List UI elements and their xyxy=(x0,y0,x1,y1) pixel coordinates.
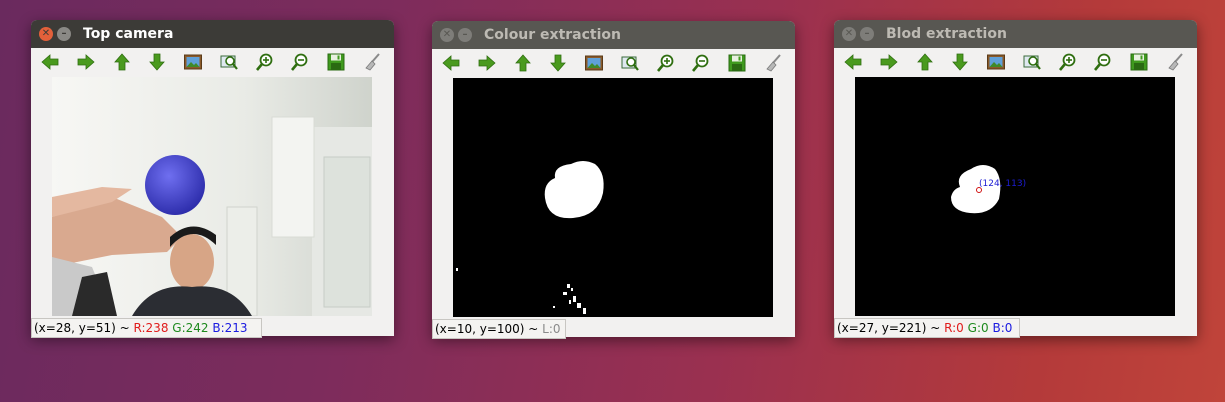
status-bar: (x=10, y=100) ~ L:0 xyxy=(432,319,566,339)
image-icon[interactable] xyxy=(182,52,204,72)
window-top-camera: ✕ – Top camera (x=28, y=51) ~ R:238 G:24… xyxy=(31,20,394,338)
zoom-out-icon[interactable] xyxy=(1092,52,1114,72)
toolbar xyxy=(432,49,795,76)
minimize-icon[interactable]: – xyxy=(860,27,874,41)
status-coords: (x=28, y=51) ~ xyxy=(34,321,134,335)
window-blob-extraction: ✕ – Blod extraction (124, 113) (x=27, y=… xyxy=(834,20,1197,338)
clear-icon[interactable] xyxy=(1164,52,1186,72)
save-icon[interactable] xyxy=(726,53,748,73)
save-icon[interactable] xyxy=(325,52,347,72)
status-blue: B:213 xyxy=(212,321,248,335)
arrow-up-icon[interactable] xyxy=(914,52,936,72)
window-title: Top camera xyxy=(83,26,174,42)
mask-image[interactable] xyxy=(453,78,773,317)
arrow-right-icon[interactable] xyxy=(878,52,900,72)
blob-image[interactable]: (124, 113) xyxy=(855,77,1175,316)
zoom-in-icon[interactable] xyxy=(655,53,677,73)
minimize-icon[interactable]: – xyxy=(458,28,472,42)
arrow-right-icon[interactable] xyxy=(75,52,97,72)
status-coords: (x=27, y=221) ~ xyxy=(837,321,945,335)
status-luminance: L:0 xyxy=(542,322,561,336)
titlebar[interactable]: ✕ – Top camera xyxy=(31,20,394,48)
arrow-left-icon[interactable] xyxy=(39,52,61,72)
arrow-up-icon[interactable] xyxy=(512,53,534,73)
titlebar[interactable]: ✕ – Colour extraction xyxy=(432,21,795,49)
window-title: Blod extraction xyxy=(886,26,1007,42)
arrow-down-icon[interactable] xyxy=(949,52,971,72)
zoom-fit-icon[interactable] xyxy=(619,53,641,73)
save-icon[interactable] xyxy=(1128,52,1150,72)
clear-icon[interactable] xyxy=(361,52,383,72)
status-red: R:0 xyxy=(944,321,964,335)
close-icon[interactable]: ✕ xyxy=(440,28,454,42)
zoom-out-icon[interactable] xyxy=(690,53,712,73)
window-colour-extraction: ✕ – Colour extraction (x=10, y=100) ~ L:… xyxy=(432,21,795,339)
camera-image[interactable] xyxy=(52,77,372,316)
arrow-up-icon[interactable] xyxy=(111,52,133,72)
status-red: R:238 xyxy=(133,321,169,335)
blob-center-label: (124, 113) xyxy=(979,179,1027,189)
zoom-fit-icon[interactable] xyxy=(218,52,240,72)
zoom-fit-icon[interactable] xyxy=(1021,52,1043,72)
close-icon[interactable]: ✕ xyxy=(39,27,53,41)
clear-icon[interactable] xyxy=(762,53,784,73)
zoom-out-icon[interactable] xyxy=(289,52,311,72)
toolbar xyxy=(834,48,1197,75)
minimize-icon[interactable]: – xyxy=(57,27,71,41)
zoom-in-icon[interactable] xyxy=(1057,52,1079,72)
status-bar: (x=27, y=221) ~ R:0 G:0 B:0 xyxy=(834,318,1020,338)
arrow-left-icon[interactable] xyxy=(842,52,864,72)
toolbar xyxy=(31,48,394,75)
status-blue: B:0 xyxy=(992,321,1013,335)
titlebar[interactable]: ✕ – Blod extraction xyxy=(834,20,1197,48)
arrow-right-icon[interactable] xyxy=(476,53,498,73)
image-icon[interactable] xyxy=(985,52,1007,72)
status-green: G:242 xyxy=(172,321,209,335)
arrow-down-icon[interactable] xyxy=(146,52,168,72)
status-bar: (x=28, y=51) ~ R:238 G:242 B:213 xyxy=(31,318,262,338)
window-title: Colour extraction xyxy=(484,27,621,43)
close-icon[interactable]: ✕ xyxy=(842,27,856,41)
status-green: G:0 xyxy=(967,321,989,335)
arrow-left-icon[interactable] xyxy=(440,53,462,73)
status-coords: (x=10, y=100) ~ xyxy=(435,322,543,336)
zoom-in-icon[interactable] xyxy=(254,52,276,72)
arrow-down-icon[interactable] xyxy=(547,53,569,73)
image-icon[interactable] xyxy=(583,53,605,73)
